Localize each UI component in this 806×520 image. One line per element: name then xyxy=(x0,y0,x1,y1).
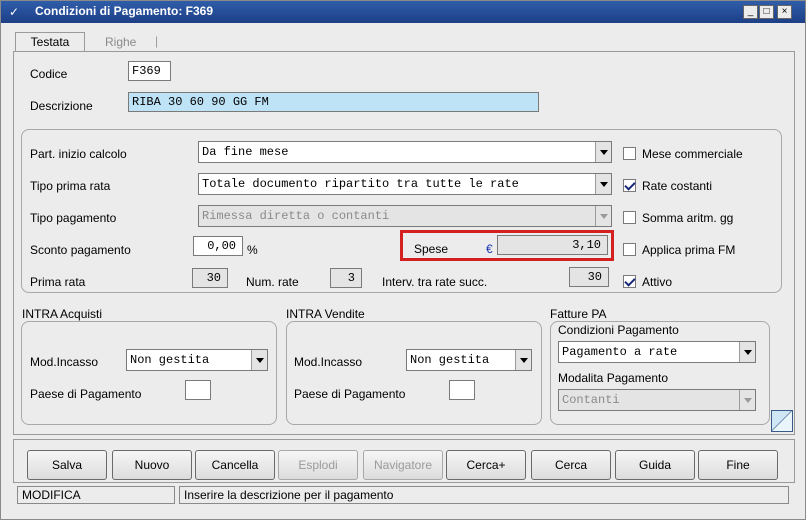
mese-commerciale-label: Mese commerciale xyxy=(642,147,743,161)
interv-label: Interv. tra rate succ. xyxy=(382,275,488,289)
minimize-button[interactable]: _ xyxy=(743,5,758,19)
ven-mod-incasso-label: Mod.Incasso xyxy=(294,355,363,369)
cerca-button[interactable]: Cerca xyxy=(531,450,611,480)
close-button[interactable]: × xyxy=(777,5,792,19)
fpa-modalita-label: Modalita Pagamento xyxy=(558,371,669,385)
fpa-modalita-combo: Contanti xyxy=(558,389,756,411)
maximize-button[interactable]: □ xyxy=(759,5,774,19)
tipo-prima-rata-combo[interactable]: Totale documento ripartito tra tutte le … xyxy=(198,173,612,195)
tipo-pagamento-label: Tipo pagamento xyxy=(30,211,117,225)
guida-button[interactable]: Guida xyxy=(615,450,695,480)
title-bar[interactable]: ✓ Condizioni di Pagamento: F369 _ □ × xyxy=(1,1,805,23)
descrizione-label: Descrizione xyxy=(30,99,93,113)
descrizione-field[interactable]: RIBA 30 60 90 GG FM xyxy=(128,92,539,112)
sconto-label: Sconto pagamento xyxy=(30,243,131,257)
interv-field[interactable]: 30 xyxy=(569,267,609,287)
tab-righe[interactable]: Righe xyxy=(91,34,171,52)
chevron-down-icon xyxy=(739,390,755,410)
tipo-pagamento-value: Rimessa diretta o contanti xyxy=(202,209,390,223)
part-inizio-label: Part. inizio calcolo xyxy=(30,147,127,161)
applica-prima-fm-checkbox[interactable] xyxy=(623,243,636,256)
ven-paese-field[interactable] xyxy=(449,380,475,400)
tipo-pagamento-combo: Rimessa diretta o contanti xyxy=(198,205,612,227)
part-inizio-combo[interactable]: Da fine mese xyxy=(198,141,612,163)
acq-paese-label: Paese di Pagamento xyxy=(30,387,142,401)
status-mode: MODIFICA xyxy=(17,486,175,504)
chevron-down-icon[interactable] xyxy=(515,350,531,370)
intra-vendite-group xyxy=(286,321,542,425)
ven-mod-incasso-combo[interactable]: Non gestita xyxy=(406,349,532,371)
applica-prima-fm-label: Applica prima FM xyxy=(642,243,736,257)
chevron-down-icon xyxy=(595,206,611,226)
navigatore-button: Navigatore xyxy=(363,450,443,480)
tab-separator: | xyxy=(155,34,159,48)
mese-commerciale-checkbox[interactable] xyxy=(623,147,636,160)
esplodi-button: Esplodi xyxy=(278,450,358,480)
fpa-modalita-value: Contanti xyxy=(562,393,620,407)
intra-vendite-title: INTRA Vendite xyxy=(286,307,365,321)
sconto-field[interactable]: 0,00 xyxy=(193,236,243,256)
part-inizio-value: Da fine mese xyxy=(202,145,289,159)
rate-costanti-checkbox[interactable] xyxy=(623,179,636,192)
acq-paese-field[interactable] xyxy=(185,380,211,400)
ven-paese-label: Paese di Pagamento xyxy=(294,387,406,401)
tipo-prima-rata-label: Tipo prima rata xyxy=(30,179,111,193)
chevron-down-icon[interactable] xyxy=(595,142,611,162)
fpa-condizioni-label: Condizioni Pagamento xyxy=(558,323,679,337)
somma-aritm-checkbox[interactable] xyxy=(623,211,636,224)
prima-rata-label: Prima rata xyxy=(30,275,86,289)
chevron-down-icon[interactable] xyxy=(595,174,611,194)
euro-icon: € xyxy=(486,242,493,256)
fatture-pa-title: Fatture PA xyxy=(550,307,607,321)
num-rate-field[interactable]: 3 xyxy=(330,268,362,288)
fpa-condizioni-value: Pagamento a rate xyxy=(562,345,678,359)
acq-mod-incasso-label: Mod.Incasso xyxy=(30,355,99,369)
sconto-unit: % xyxy=(247,243,258,257)
attivo-checkbox[interactable] xyxy=(623,275,636,288)
attivo-label: Attivo xyxy=(642,275,673,289)
nuovo-button[interactable]: Nuovo xyxy=(112,450,192,480)
cerca-plus-button[interactable]: Cerca+ xyxy=(446,450,526,480)
window-app-icon: ✓ xyxy=(9,5,20,19)
payment-conditions-window: ✓ Condizioni di Pagamento: F369 _ □ × Te… xyxy=(0,0,806,520)
spese-field[interactable]: 3,10 xyxy=(497,235,608,255)
codice-label: Codice xyxy=(30,67,68,81)
ven-mod-incasso-value: Non gestita xyxy=(410,353,490,367)
acq-mod-incasso-combo[interactable]: Non gestita xyxy=(126,349,268,371)
window-title: Condizioni di Pagamento: F369 xyxy=(35,4,214,18)
cancella-button[interactable]: Cancella xyxy=(195,450,275,480)
salva-button[interactable]: Salva xyxy=(27,450,107,480)
tipo-prima-rata-value: Totale documento ripartito tra tutte le … xyxy=(202,177,519,191)
rate-costanti-label: Rate costanti xyxy=(642,179,713,193)
corner-fold-icon[interactable] xyxy=(771,410,793,432)
num-rate-label: Num. rate xyxy=(246,275,299,289)
intra-acquisti-group xyxy=(21,321,277,425)
acq-mod-incasso-value: Non gestita xyxy=(130,353,210,367)
tab-testata[interactable]: Testata xyxy=(15,32,85,52)
somma-aritm-label: Somma aritm. gg xyxy=(642,211,734,225)
chevron-down-icon[interactable] xyxy=(251,350,267,370)
prima-rata-field[interactable]: 30 xyxy=(192,268,228,288)
spese-label: Spese xyxy=(414,242,449,256)
fine-button[interactable]: Fine xyxy=(698,450,778,480)
fpa-condizioni-combo[interactable]: Pagamento a rate xyxy=(558,341,756,363)
intra-acquisti-title: INTRA Acquisti xyxy=(22,307,103,321)
codice-field[interactable]: F369 xyxy=(128,61,171,81)
status-hint: Inserire la descrizione per il pagamento xyxy=(179,486,789,504)
chevron-down-icon[interactable] xyxy=(739,342,755,362)
